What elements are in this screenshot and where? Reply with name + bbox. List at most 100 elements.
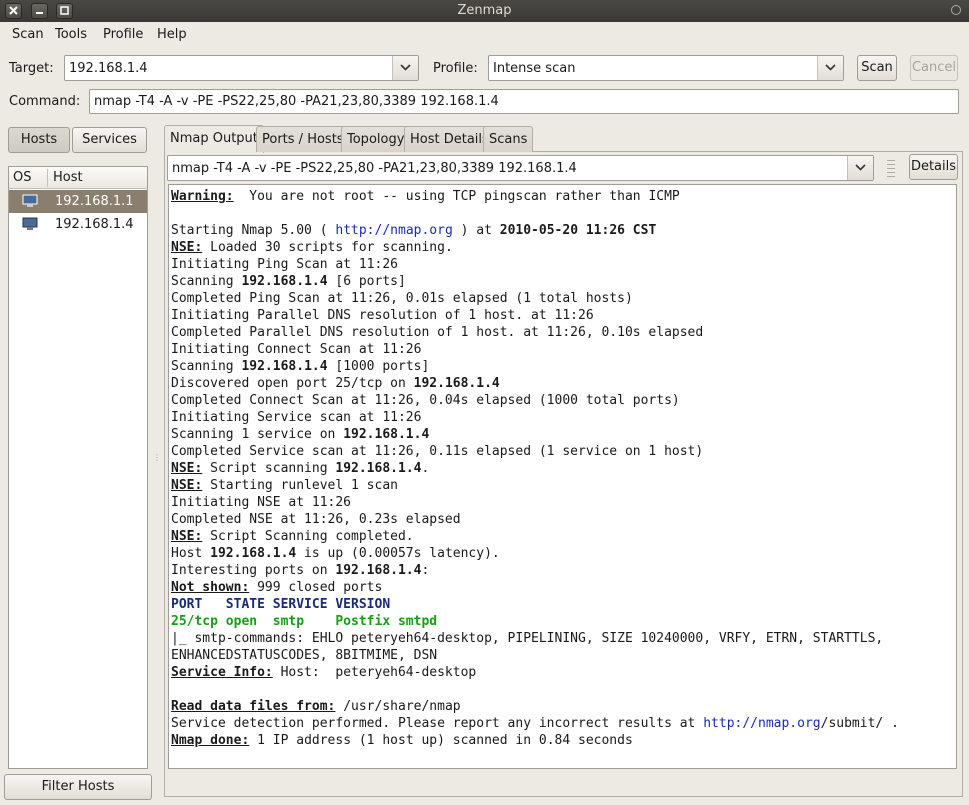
cancel-button[interactable]: Cancel (910, 55, 958, 81)
target-value: 192.168.1.4 (69, 61, 148, 76)
host-list: OS Host 192.168.1.1 192.168.1.4 (8, 166, 148, 769)
tab-ports-hosts[interactable]: Ports / Hosts (256, 126, 350, 152)
host-row[interactable]: 192.168.1.4 (9, 213, 147, 236)
output-segment: [6 ports] (327, 274, 406, 289)
output-line: Completed Parallel DNS resolution of 1 h… (171, 324, 956, 341)
output-line: Discovered open port 25/tcp on 192.168.1… (171, 375, 956, 392)
host-row[interactable]: 192.168.1.1 (9, 190, 147, 213)
output-segment: NSE: (171, 240, 203, 255)
menu-tools[interactable]: Tools (55, 27, 87, 42)
output-segment: Host: peteryeh64-desktop (272, 665, 477, 680)
output-line: Initiating Parallel DNS resolution of 1 … (171, 307, 956, 324)
output-line: Initiating Ping Scan at 11:26 (171, 256, 956, 273)
output-segment: 1 IP address (1 host up) scanned in 0.84… (249, 733, 633, 748)
output-segment: 192.168.1.4 (241, 359, 328, 374)
target-label: Target: (9, 61, 54, 76)
output-line: Scanning 192.168.1.4 [1000 ports] (171, 358, 956, 375)
output-line: Not shown: 999 closed ports (171, 579, 956, 596)
filter-hosts-button[interactable]: Filter Hosts (4, 774, 152, 800)
output-line: NSE: Script Scanning completed. (171, 528, 956, 545)
output-line: |_ smtp-commands: EHLO peteryeh64-deskto… (171, 630, 956, 647)
profile-value: Intense scan (493, 61, 576, 76)
command-field[interactable]: nmap -T4 -A -v -PE -PS22,25,80 -PA21,23,… (89, 89, 959, 114)
output-segment: ENHANCEDSTATUSCODES, 8BITMIME, DSN (171, 648, 438, 663)
tab-scans[interactable]: Scans (483, 126, 534, 152)
output-segment: 2010-05-20 11:26 CST (499, 223, 657, 238)
column-host[interactable]: Host (53, 170, 83, 185)
output-line: Service Info: Host: peteryeh64-desktop (171, 664, 956, 681)
host-ip: 192.168.1.4 (55, 217, 134, 232)
scan-button[interactable]: Scan (857, 55, 897, 81)
command-label: Command: (9, 94, 81, 109)
window-corner-icon (951, 5, 961, 15)
output-segment: Nmap done: (171, 733, 250, 748)
output-line: Initiating Service scan at 11:26 (171, 409, 956, 426)
nmap-output-text[interactable]: Warning: You are not root -- using TCP p… (168, 184, 957, 769)
column-separator (47, 169, 48, 187)
target-dropdown-button[interactable] (392, 56, 418, 80)
profile-combo[interactable]: Intense scan (488, 55, 844, 81)
output-line: Warning: You are not root -- using TCP p… (171, 188, 956, 205)
hosts-button[interactable]: Hosts (8, 127, 70, 153)
output-line: NSE: Loaded 30 scripts for scanning. (171, 239, 956, 256)
os-icon (22, 217, 38, 230)
output-segment: Initiating Parallel DNS resolution of 1 … (171, 308, 594, 323)
services-button[interactable]: Services (72, 127, 147, 153)
host-ip: 192.168.1.1 (55, 194, 134, 209)
output-segment: 192.168.1.4 (335, 563, 422, 578)
output-line: Completed Service scan at 11:26, 0.11s e… (171, 443, 956, 460)
output-segment: http://nmap.org (703, 716, 821, 731)
output-segment: Scanning (171, 359, 242, 374)
chevron-down-icon (400, 64, 411, 71)
output-line: Read data files from: /usr/share/nmap (171, 698, 956, 715)
tab-host-details[interactable]: Host Details (404, 126, 495, 152)
output-segment: NSE: (171, 478, 203, 493)
output-segment: Completed Service scan at 11:26, 0.11s e… (171, 444, 704, 459)
tab-nmap-output[interactable]: Nmap Output (164, 125, 264, 153)
output-line: Initiating NSE at 11:26 (171, 494, 956, 511)
output-segment: Scanning 1 service on (171, 427, 344, 442)
output-line: Service detection performed. Please repo… (171, 715, 956, 732)
output-segment: Read data files from: (171, 699, 336, 714)
output-scan-selector[interactable]: nmap -T4 -A -v -PE -PS22,25,80 -PA21,23,… (167, 155, 874, 181)
output-line: Completed NSE at 11:26, 0.23s elapsed (171, 511, 956, 528)
output-line: NSE: Starting runlevel 1 scan (171, 477, 956, 494)
output-segment: Completed Ping Scan at 11:26, 0.01s elap… (171, 291, 633, 306)
output-segment: Initiating Ping Scan at 11:26 (171, 257, 398, 272)
title-bar: Zenmap (0, 0, 969, 22)
output-segment: Completed Parallel DNS resolution of 1 h… (171, 325, 704, 340)
menu-scan[interactable]: Scan (12, 27, 44, 42)
output-segment: Loaded 30 scripts for scanning. (202, 240, 453, 255)
output-segment: NSE: (171, 461, 203, 476)
output-scan-dropdown-button[interactable] (847, 156, 873, 180)
menu-help[interactable]: Help (157, 27, 187, 42)
output-line: Completed Connect Scan at 11:26, 0.04s e… (171, 392, 956, 409)
output-line: Nmap done: 1 IP address (1 host up) scan… (171, 732, 956, 749)
output-segment: Initiating Service scan at 11:26 (171, 410, 422, 425)
tab-topology[interactable]: Topology (341, 126, 411, 152)
profile-dropdown-button[interactable] (817, 56, 843, 80)
target-combo[interactable]: 192.168.1.4 (64, 55, 419, 81)
window-title: Zenmap (457, 3, 512, 18)
output-segment: Service detection performed. Please repo… (171, 716, 704, 731)
output-line: Starting Nmap 5.00 ( http://nmap.org ) a… (171, 222, 956, 239)
output-segment: /usr/share/nmap (335, 699, 461, 714)
output-segment: NSE: (171, 529, 203, 544)
output-segment: 999 closed ports (249, 580, 383, 595)
output-segment: Completed Connect Scan at 11:26, 0.04s e… (171, 393, 680, 408)
output-segment: /submit/ . (820, 716, 899, 731)
output-segment: You are not root -- using TCP pingscan r… (233, 189, 680, 204)
output-segment: Completed NSE at 11:26, 0.23s elapsed (171, 512, 461, 527)
output-segment: ) at (452, 223, 500, 238)
output-segment: 192.168.1.4 (343, 427, 430, 442)
output-line: Completed Ping Scan at 11:26, 0.01s elap… (171, 290, 956, 307)
column-os[interactable]: OS (13, 170, 31, 185)
pane-splitter[interactable]: ⋮ (153, 454, 161, 466)
output-segment: Initiating Connect Scan at 11:26 (171, 342, 422, 357)
output-line: Initiating Connect Scan at 11:26 (171, 341, 956, 358)
output-segment: Discovered open port 25/tcp on (171, 376, 414, 391)
menu-profile[interactable]: Profile (103, 27, 143, 42)
details-button[interactable]: Details (909, 154, 958, 180)
